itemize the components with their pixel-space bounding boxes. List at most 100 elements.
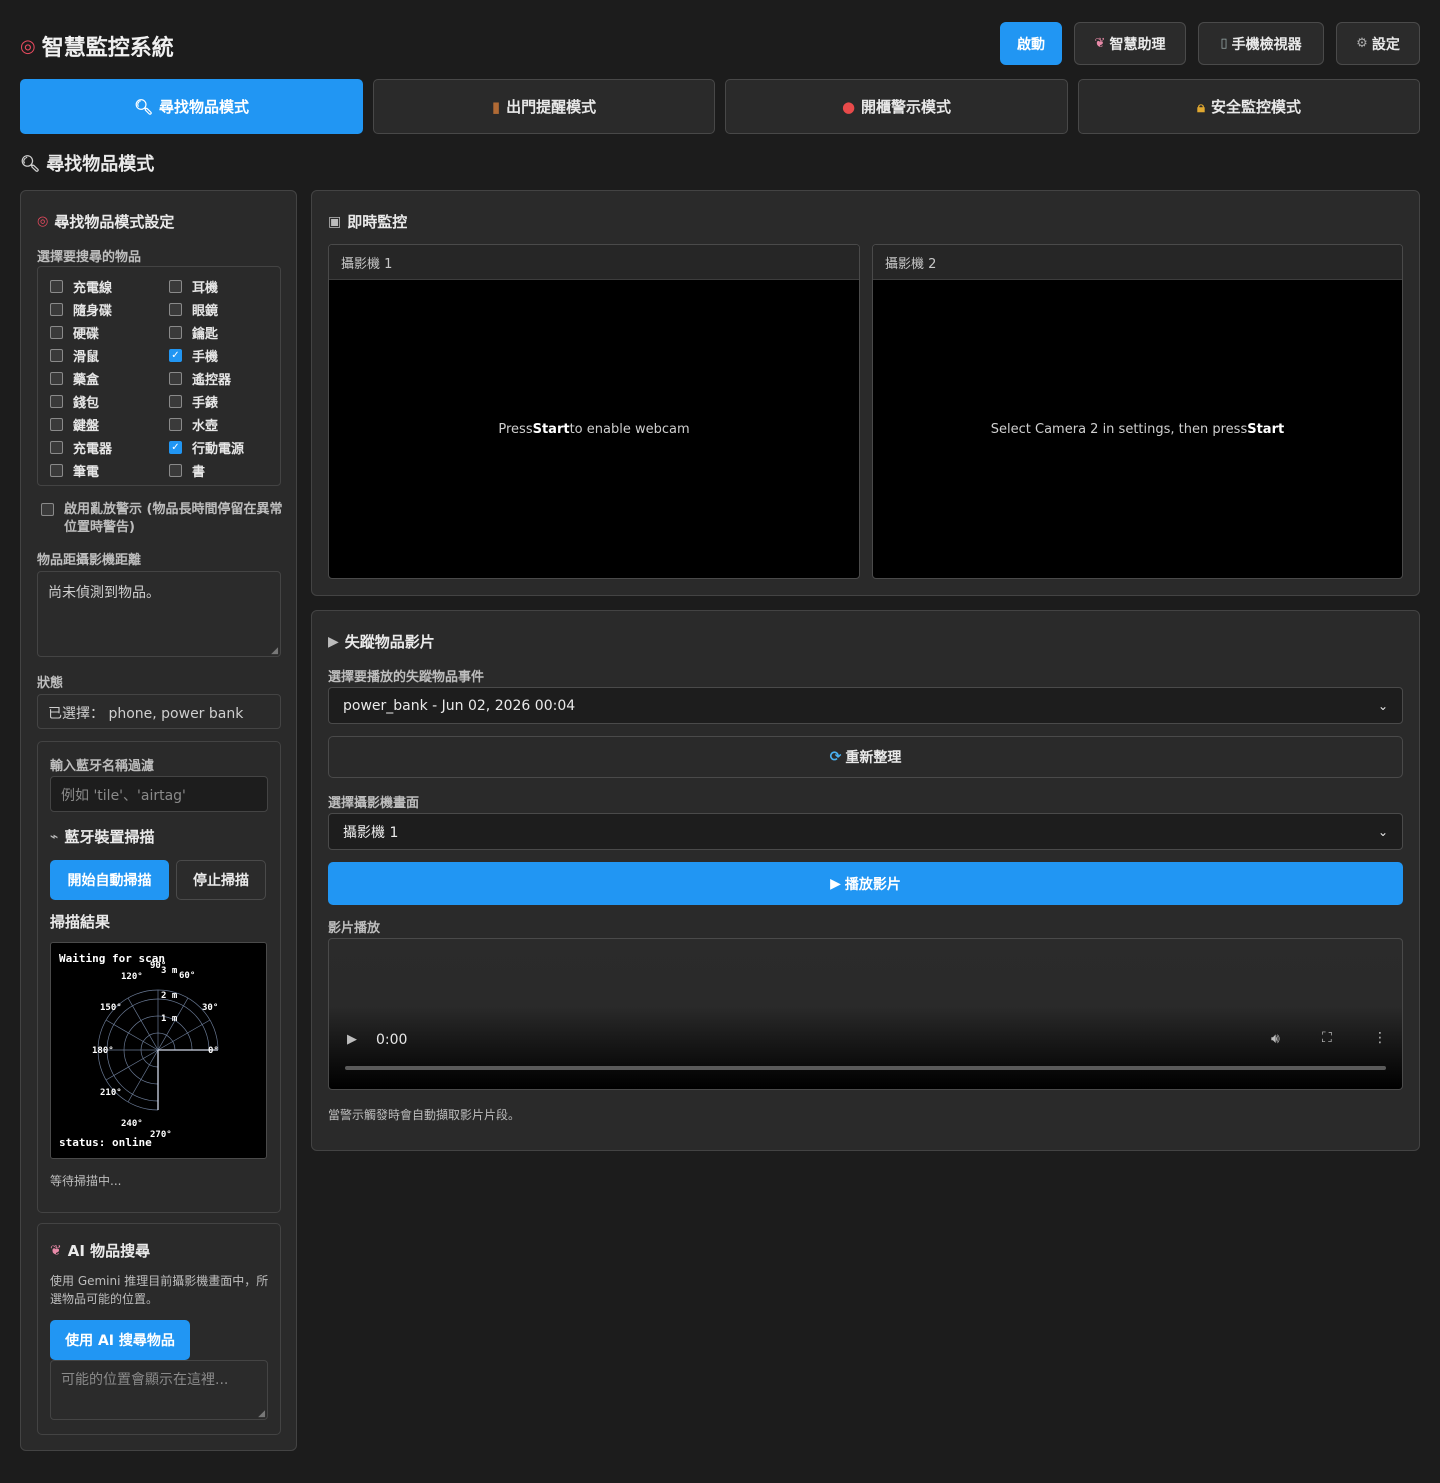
bt-filter-label: 輸入藍牙名稱過濾 — [50, 759, 155, 774]
item-option[interactable]: 水壺 — [169, 413, 288, 436]
camera-icon: ▣ — [328, 213, 342, 230]
volume-icon[interactable]: 🔊︎ — [1271, 1031, 1280, 1047]
live-title-text: 即時監控 — [347, 213, 408, 231]
settings-title-text: 尋找物品模式設定 — [54, 213, 175, 231]
item-option[interactable]: 筆電 — [50, 459, 169, 482]
resize-handle-icon[interactable]: ◢ — [271, 646, 278, 656]
settings-title: ◎ 尋找物品模式設定 — [37, 211, 174, 232]
event-select[interactable]: power_bank - Jun 02, 2026 00:04 ⌄ — [328, 687, 1403, 724]
item-option[interactable]: 充電器 — [50, 436, 169, 459]
bt-filter-input[interactable]: 例如 'tile'、'airtag' — [50, 776, 268, 812]
item-option[interactable]: 耳機 — [169, 275, 288, 298]
item-option[interactable]: 錢包 — [50, 390, 169, 413]
item-checkbox[interactable] — [50, 326, 63, 339]
start-button[interactable]: 啟動 — [1000, 22, 1062, 65]
item-option[interactable]: 手錶 — [169, 390, 288, 413]
item-checkbox[interactable] — [169, 418, 182, 431]
play-icon: ▶ — [830, 875, 841, 892]
radar-angle-150: 150° — [100, 1003, 122, 1013]
phone-viewer-button[interactable]: ▯ 手機檢視器 — [1198, 22, 1324, 65]
item-checkbox-checked[interactable]: ✓ — [169, 349, 182, 362]
distance-label: 物品距攝影機距離 — [37, 553, 142, 568]
item-option[interactable]: ✓ 手機 — [169, 344, 288, 367]
resize-handle-icon[interactable]: ◢ — [258, 1409, 265, 1419]
item-checkbox[interactable] — [169, 303, 182, 316]
item-option[interactable]: ✓ 行動電源 — [169, 436, 288, 459]
bt-scan-title-text: 藍牙裝置掃描 — [64, 828, 155, 846]
distance-text: 尚未偵測到物品。 — [48, 585, 160, 601]
item-checkbox[interactable] — [50, 372, 63, 385]
settings-button[interactable]: ⚙ 設定 — [1336, 22, 1420, 65]
item-option[interactable]: 眼鏡 — [169, 298, 288, 321]
ai-result-textarea[interactable]: 可能的位置會顯示在這裡... ◢ — [50, 1360, 268, 1420]
ai-search-button[interactable]: 使用 AI 搜尋物品 — [50, 1320, 190, 1360]
item-checkbox[interactable] — [169, 280, 182, 293]
item-checkbox[interactable] — [169, 372, 182, 385]
clutter-warning-option[interactable]: 啟用亂放警示 (物品長時間停留在異常位置時警告) — [41, 501, 286, 537]
start-scan-button[interactable]: 開始自動掃描 — [50, 860, 169, 900]
item-checkbox[interactable] — [50, 395, 63, 408]
item-checkbox[interactable] — [169, 464, 182, 477]
video-player[interactable]: ▶ 0:00 🔊︎ ⛶ ⋮ — [328, 938, 1403, 1090]
item-label: 藥盒 — [73, 373, 100, 388]
item-label: 筆電 — [73, 465, 100, 480]
radar-angle-0: 0° — [208, 1046, 219, 1056]
tab-find-items[interactable]: 🔍︎ 尋找物品模式 — [20, 79, 363, 134]
item-checkbox[interactable] — [50, 418, 63, 431]
assistant-button[interactable]: ❦ 智慧助理 — [1074, 22, 1186, 65]
bluetooth-card: 輸入藍牙名稱過濾 例如 'tile'、'airtag' ⌁ 藍牙裝置掃描 開始自… — [37, 741, 281, 1213]
item-label: 眼鏡 — [192, 304, 219, 319]
item-label: 滑鼠 — [73, 350, 100, 365]
item-checkbox[interactable] — [50, 464, 63, 477]
item-checkbox[interactable] — [50, 280, 63, 293]
tab-cabinet-alert[interactable]: ● 開櫃警示模式 — [725, 79, 1068, 134]
camera-2-msg-bold: Start — [1247, 421, 1285, 437]
siren-icon: ● — [841, 97, 856, 116]
fullscreen-icon[interactable]: ⛶ — [1322, 1030, 1332, 1046]
play-icon[interactable]: ▶ — [347, 1032, 357, 1047]
video-progress-bar[interactable] — [345, 1066, 1386, 1070]
video-time: 0:00 — [376, 1032, 408, 1048]
start-button-label: 啟動 — [1017, 36, 1045, 53]
item-checkbox-checked[interactable]: ✓ — [169, 441, 182, 454]
magnifier-icon: 🔍︎ — [133, 97, 154, 116]
item-option[interactable]: 書 — [169, 459, 288, 482]
tab-security[interactable]: 🔒︎ 安全監控模式 — [1078, 79, 1420, 134]
stop-scan-button[interactable]: 停止掃描 — [176, 860, 266, 900]
camera-select[interactable]: 攝影機 1 ⌄ — [328, 813, 1403, 850]
radar-angle-30: 30° — [202, 1003, 218, 1013]
item-option[interactable]: 藥盒 — [50, 367, 169, 390]
distance-textarea[interactable]: 尚未偵測到物品。 ◢ — [37, 571, 281, 657]
play-video-button[interactable]: ▶ 播放影片 — [328, 862, 1403, 905]
item-label: 手錶 — [192, 396, 219, 411]
item-option[interactable]: 充電線 — [50, 275, 169, 298]
radar-angle-270: 270° — [150, 1130, 172, 1140]
door-icon: ▮ — [491, 97, 501, 116]
item-option[interactable]: 鑰匙 — [169, 321, 288, 344]
stop-scan-label: 停止掃描 — [193, 873, 249, 889]
item-option[interactable]: 鍵盤 — [50, 413, 169, 436]
item-checkbox[interactable] — [169, 395, 182, 408]
play-video-label: 播放影片 — [844, 876, 901, 893]
ai-result-placeholder: 可能的位置會顯示在這裡... — [61, 1372, 229, 1388]
settings-panel: ◎ 尋找物品模式設定 選擇要搜尋的物品 充電線 耳機 隨身碟 眼鏡 硬碟 鑰匙 滑鼠 ✓ 手機藥… — [20, 190, 297, 1451]
start-scan-label: 開始自動掃描 — [67, 873, 152, 889]
phone-icon: ▯ — [1220, 36, 1228, 51]
more-options-icon[interactable]: ⋮ — [1373, 1030, 1387, 1046]
item-label: 鍵盤 — [73, 419, 100, 434]
item-checkbox[interactable] — [169, 326, 182, 339]
tab-label: 安全監控模式 — [1210, 98, 1301, 116]
tab-leave-reminder[interactable]: ▮ 出門提醒模式 — [373, 79, 715, 134]
item-option[interactable]: 隨身碟 — [50, 298, 169, 321]
item-checkbox[interactable] — [50, 441, 63, 454]
item-checkbox[interactable] — [50, 303, 63, 316]
item-checkbox[interactable] — [50, 349, 63, 362]
clutter-warning-checkbox[interactable] — [41, 503, 54, 516]
refresh-button[interactable]: ⟳ 重新整理 — [328, 736, 1403, 778]
radar-plot: Waiting for scan 90° 60° 30° 0° 120° 150… — [50, 942, 267, 1159]
item-option[interactable]: 滑鼠 — [50, 344, 169, 367]
item-option[interactable]: 遙控器 — [169, 367, 288, 390]
item-option[interactable]: 硬碟 — [50, 321, 169, 344]
camera-select-value: 攝影機 1 — [343, 824, 399, 841]
phone-viewer-button-label: 手機檢視器 — [1231, 36, 1302, 53]
